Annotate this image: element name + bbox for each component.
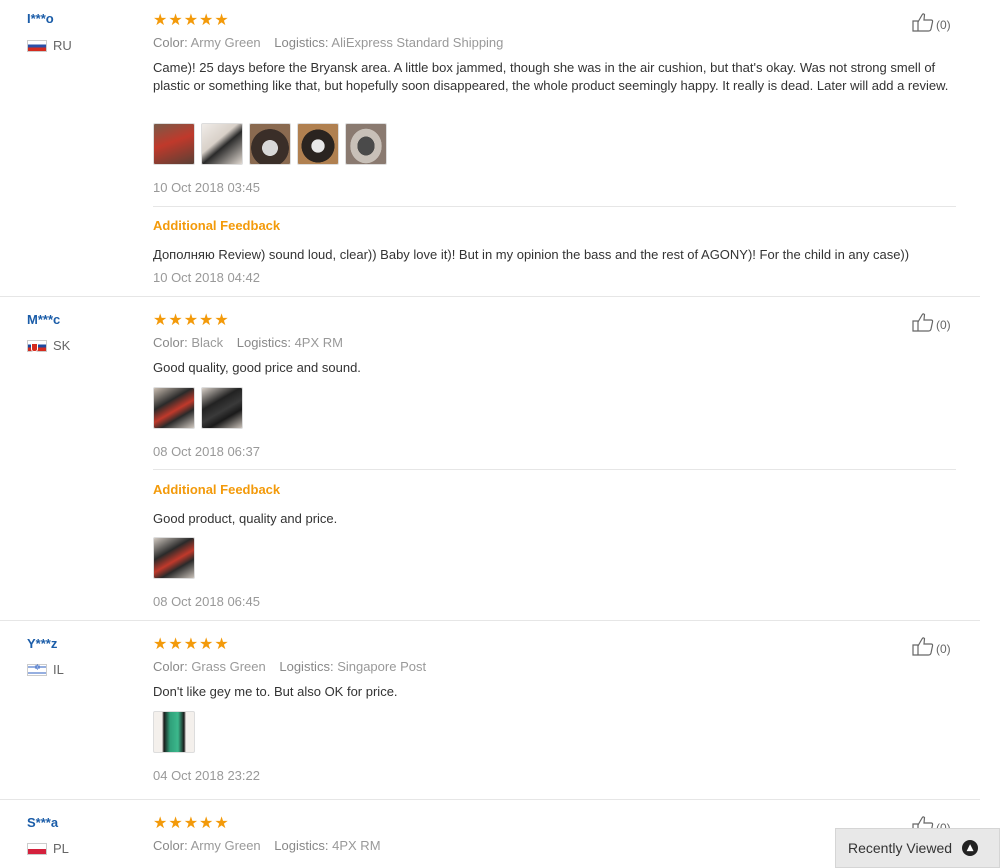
review-text: Good quality, good price and sound. — [153, 360, 361, 375]
chevron-up-icon: ▲ — [962, 840, 979, 856]
review-photo-thumbnail[interactable] — [201, 123, 243, 165]
country-code: RU — [53, 38, 72, 53]
star-rating: ★★★★★ — [153, 310, 230, 329]
star-rating: ★★★★★ — [153, 813, 230, 832]
logistics-value: 4PX RM — [332, 838, 381, 853]
review-photo-thumbnail[interactable] — [153, 123, 195, 165]
review-photo-thumbnail[interactable] — [153, 537, 195, 579]
review-meta: Color: Army Green Logistics: AliExpress … — [153, 35, 513, 50]
review-date: 08 Oct 2018 06:37 — [153, 444, 260, 459]
divider — [153, 469, 956, 470]
helpful-count: (0) — [936, 18, 951, 32]
review-photo-thumbnail[interactable] — [153, 387, 195, 429]
logistics-key: Logistics: — [279, 659, 334, 674]
flag-pl-icon — [27, 842, 47, 855]
reviewer-country: IL — [27, 662, 64, 677]
reviewer-country: PL — [27, 841, 69, 856]
helpful-button[interactable]: (0) — [912, 312, 951, 332]
review-text: Came)! 25 days before the Bryansk area. … — [153, 60, 949, 93]
reviewer-name[interactable]: S***a — [27, 815, 58, 830]
flag-sk-icon — [27, 339, 47, 352]
reviewer-country: RU — [27, 38, 72, 53]
helpful-button[interactable]: (0) — [912, 12, 951, 32]
divider — [153, 206, 956, 207]
color-value: Army Green — [190, 838, 261, 853]
additional-feedback-date: 08 Oct 2018 06:45 — [153, 594, 260, 609]
reviewer-name[interactable]: M***c — [27, 312, 60, 327]
country-code: SK — [53, 338, 71, 353]
helpful-count: (0) — [936, 642, 951, 656]
review-meta: Color: Grass Green Logistics: Singapore … — [153, 659, 436, 674]
review-photo-thumbnail[interactable] — [153, 711, 195, 753]
review-photo-thumbnail[interactable] — [249, 123, 291, 165]
logistics-key: Logistics: — [274, 838, 329, 853]
additional-feedback-text: Дополняю Review) sound loud, clear)) Bab… — [153, 247, 910, 262]
review-photos — [153, 711, 195, 753]
star-rating: ★★★★★ — [153, 634, 230, 653]
flag-il-icon — [27, 663, 47, 676]
color-value: Grass Green — [191, 659, 266, 674]
logistics-value: Singapore Post — [337, 659, 427, 674]
color-value: Army Green — [190, 35, 261, 50]
recently-viewed-label: Recently Viewed — [848, 840, 953, 856]
color-key: Color: — [153, 35, 188, 50]
additional-feedback-text: Good product, quality and price. — [153, 511, 338, 526]
review-date: 04 Oct 2018 23:22 — [153, 768, 260, 783]
thumbs-up-icon — [912, 313, 934, 332]
review-photos — [153, 123, 387, 165]
review-photo-thumbnail[interactable] — [201, 387, 243, 429]
color-key: Color: — [153, 659, 188, 674]
color-key: Color: — [153, 838, 188, 853]
additional-feedback-heading: Additional Feedback — [153, 218, 281, 233]
color-key: Color: — [153, 335, 188, 350]
country-code: IL — [53, 662, 64, 677]
additional-feedback-date: 10 Oct 2018 04:42 — [153, 270, 260, 285]
review-photo-thumbnail[interactable] — [345, 123, 387, 165]
review-photo-thumbnail[interactable] — [297, 123, 339, 165]
thumbs-up-icon — [912, 637, 934, 656]
review-photos — [153, 387, 243, 429]
review-photos — [153, 537, 195, 579]
review-divider — [0, 296, 980, 297]
review-divider — [0, 620, 980, 621]
review-meta: Color: Army Green Logistics: 4PX RM — [153, 838, 391, 853]
reviewer-name[interactable]: Y***z — [27, 636, 57, 651]
logistics-value: AliExpress Standard Shipping — [331, 35, 504, 50]
logistics-key: Logistics: — [236, 335, 291, 350]
reviewer-name[interactable]: I***o — [27, 11, 54, 26]
helpful-count: (0) — [936, 318, 951, 332]
country-code: PL — [53, 841, 69, 856]
additional-feedback-heading: Additional Feedback — [153, 482, 281, 497]
logistics-key: Logistics: — [274, 35, 329, 50]
helpful-button[interactable]: (0) — [912, 636, 951, 656]
recently-viewed-button[interactable]: Recently Viewed ▲ — [835, 828, 1000, 868]
reviewer-country: SK — [27, 338, 70, 353]
thumbs-up-icon — [912, 13, 934, 32]
flag-ru-icon — [27, 39, 47, 52]
logistics-value: 4PX RM — [294, 335, 343, 350]
review-divider — [0, 799, 980, 800]
review-text: Don't like gey me to. But also OK for pr… — [153, 684, 398, 699]
color-value: Black — [191, 335, 224, 350]
review-date: 10 Oct 2018 03:45 — [153, 180, 260, 195]
review-meta: Color: Black Logistics: 4PX RM — [153, 335, 353, 350]
star-rating: ★★★★★ — [153, 10, 230, 29]
